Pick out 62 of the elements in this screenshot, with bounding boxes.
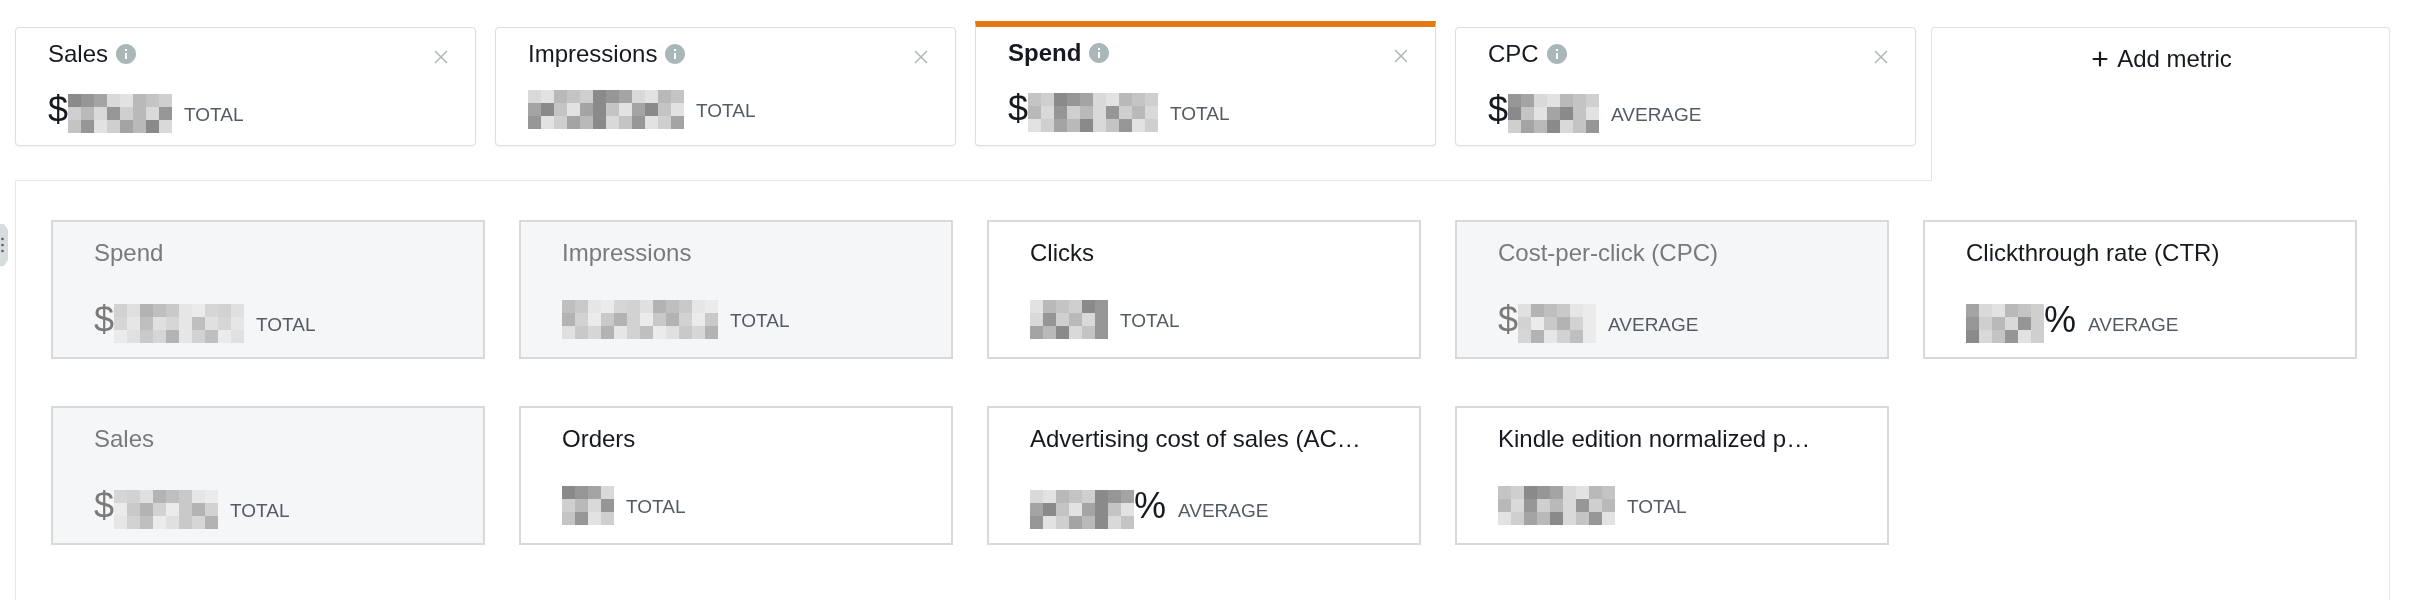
aggregate-label: TOTAL [1120,309,1180,333]
pixelated-value-icon [1028,93,1159,132]
metric-option-card[interactable]: Kindle edition normalized p… TOTAL [1455,406,1889,545]
percent-symbol: % [2044,300,2076,340]
aggregate-label: AVERAGE [1611,103,1702,127]
metric-tab[interactable]: CPC $ AVERAGE [1455,27,1916,146]
currency-symbol: $ [94,486,115,526]
aggregate-label: TOTAL [230,499,290,523]
metric-title: Sales [48,39,109,69]
pixelated-value-icon [1508,94,1600,133]
metric-option-card[interactable]: Advertising cost of sales (AC… % AVERAGE [987,406,1421,545]
aggregate-label: AVERAGE [1178,499,1269,523]
metric-title: Spend [1008,38,1082,68]
percent-symbol: % [1134,486,1166,526]
aggregate-label: AVERAGE [2088,313,2179,337]
info-icon[interactable] [1544,42,1569,66]
metric-title: Impressions [562,238,692,268]
aggregate-label: TOTAL [256,313,316,337]
info-icon[interactable] [114,42,139,66]
pixelated-value-icon [1030,490,1134,529]
currency-symbol: $ [1498,300,1519,340]
metric-title: Spend [94,238,164,268]
metric-option-card[interactable]: Clicks TOTAL [987,220,1421,359]
metric-title: Kindle edition normalized p… [1498,424,1811,454]
info-icon[interactable] [663,42,688,66]
aggregate-label: TOTAL [696,99,756,123]
pixelated-value-icon [528,90,684,129]
pixelated-value-icon [562,300,718,339]
aggregate-label: TOTAL [184,103,244,127]
info-icon[interactable] [1087,41,1112,65]
pixelated-value-icon [68,94,173,133]
metric-title: Cost-per-click (CPC) [1498,238,1718,268]
pixelated-value-icon [1966,304,2044,343]
metric-title: Clicks [1030,238,1094,268]
metric-title: Sales [94,424,155,454]
aggregate-label: TOTAL [1627,495,1687,519]
metric-tab[interactable]: Impressions TOTAL [495,27,956,146]
drag-handle-icon[interactable] [0,224,8,266]
currency-symbol: $ [94,300,115,340]
aggregate-label: TOTAL [730,309,790,333]
pixelated-value-icon [114,490,219,529]
metric-title: CPC [1488,39,1539,69]
metric-title: Clickthrough rate (CTR) [1966,238,2220,268]
metric-title: Advertising cost of sales (AC… [1030,424,1361,454]
pixelated-value-icon [562,486,614,525]
currency-symbol: $ [1488,90,1509,130]
metric-tab[interactable]: Spend $ TOTAL [975,21,1436,146]
metric-option-card[interactable]: Clickthrough rate (CTR) % AVERAGE [1923,220,2357,359]
aggregate-label: TOTAL [626,495,686,519]
metric-option-card[interactable]: Orders TOTAL [519,406,953,545]
metric-title: Impressions [528,39,658,69]
pixelated-value-icon [1518,304,1597,343]
pixelated-value-icon [1030,300,1108,339]
add-metric-button[interactable]: Add metric [1931,27,2390,181]
metric-title: Orders [562,424,636,454]
aggregate-label: TOTAL [1170,102,1230,126]
aggregate-label: AVERAGE [1608,313,1699,337]
currency-symbol: $ [1008,89,1029,129]
pixelated-value-icon [1498,486,1615,525]
currency-symbol: $ [48,90,69,130]
metric-tab[interactable]: Sales $ TOTAL [15,27,476,146]
pixelated-value-icon [114,304,245,343]
